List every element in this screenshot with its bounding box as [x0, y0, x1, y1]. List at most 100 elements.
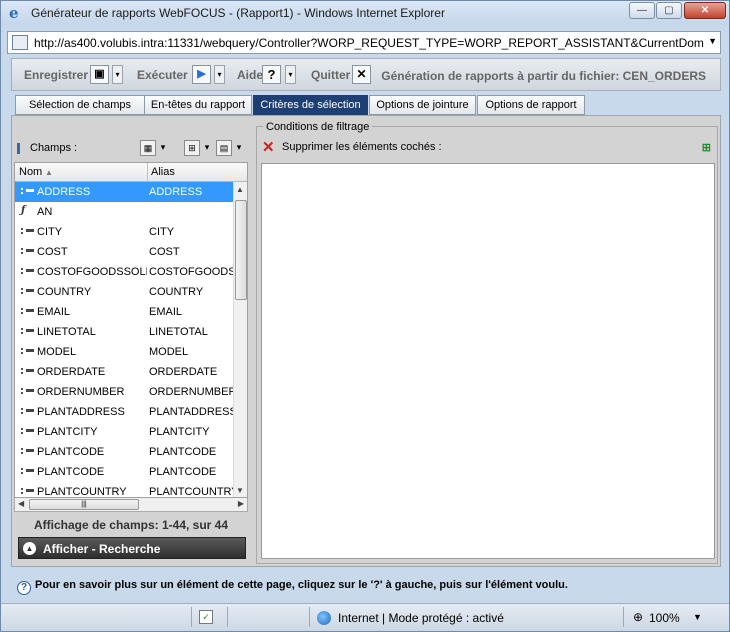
globe-icon	[317, 611, 331, 625]
field-icon	[21, 368, 34, 374]
calculator-icon[interactable]: ▦	[140, 140, 156, 156]
field-row[interactable]: LINETOTAL LINETOTAL	[15, 322, 234, 342]
popup-blocker-icon[interactable]: ✓	[199, 610, 213, 624]
quit-label[interactable]: Quitter	[311, 68, 350, 82]
tree-view-icon[interactable]: ⊞	[184, 140, 200, 156]
address-bar[interactable]: http://as400.volubis.intra:11331/webquer…	[7, 31, 721, 54]
show-search-label: Afficher - Recherche	[43, 542, 161, 556]
save-dropdown-icon[interactable]: ▾	[112, 65, 123, 84]
vertical-scrollbar[interactable]: ▲ ▼	[233, 182, 247, 497]
show-search-button[interactable]: ▲ Afficher - Recherche	[18, 537, 246, 559]
field-alias: COUNTRY	[149, 286, 204, 298]
close-window-button[interactable]: ✕	[684, 2, 726, 19]
page-icon	[12, 35, 28, 50]
help-hint: ? Pour en savoir plus sur un élément de c…	[17, 579, 568, 595]
field-alias: COSTOFGOODSSOLD	[149, 266, 234, 278]
delete-icon[interactable]: ✕	[262, 140, 275, 155]
field-row[interactable]: ORDERNUMBER ORDERNUMBER	[15, 382, 234, 402]
tab-selection-criteria[interactable]: Critères de sélection	[253, 95, 368, 115]
field-name: EMAIL	[37, 306, 71, 318]
sort-ascending-icon: ▲	[45, 168, 53, 177]
horizontal-scrollbar[interactable]: ◀ ||| ▶	[14, 498, 248, 512]
field-alias: CITY	[149, 226, 175, 238]
grid-header: Nom ▲ Alias	[15, 163, 247, 182]
scroll-down-icon[interactable]: ▼	[236, 486, 244, 495]
field-row[interactable]: ADDRESS ADDRESS	[15, 182, 234, 202]
field-row[interactable]: PLANTCODE PLANTCODE	[15, 462, 234, 482]
minimize-button[interactable]: —	[629, 2, 655, 19]
help-label[interactable]: Aide	[237, 68, 263, 82]
chevron-down-icon[interactable]: ▼	[708, 36, 717, 46]
filter-drop-area[interactable]	[261, 163, 715, 559]
columns-view-icon[interactable]: ▤	[216, 140, 232, 156]
field-row[interactable]: MODEL MODEL	[15, 342, 234, 362]
status-divider	[623, 607, 624, 627]
field-row[interactable]: PLANTCODE PLANTCODE	[15, 442, 234, 462]
scroll-up-icon[interactable]: ▲	[236, 185, 244, 194]
save-icon[interactable]: ▣	[90, 65, 109, 84]
field-icon	[21, 188, 34, 194]
field-row[interactable]: PLANTCITY PLANTCITY	[15, 422, 234, 442]
field-name: COSTOFGOODSSOLD	[37, 266, 147, 278]
run-dropdown-icon[interactable]: ▾	[214, 65, 225, 84]
field-icon	[21, 328, 34, 334]
fields-grid: Nom ▲ Alias ADDRESS ADDRESS ƒ AN CITY CITY COS…	[14, 162, 248, 498]
field-row[interactable]: COST COST	[15, 242, 234, 262]
field-row[interactable]: ƒ AN	[15, 202, 234, 222]
field-name: CITY	[37, 226, 63, 238]
maximize-button[interactable]: ▢	[656, 2, 682, 19]
scroll-right-icon[interactable]: ▶	[238, 499, 244, 508]
field-icon	[21, 228, 34, 234]
field-alias: COST	[149, 246, 180, 258]
field-alias: PLANTADDRESS	[149, 406, 234, 418]
help-question-icon[interactable]: ?	[262, 65, 281, 84]
chevron-down-icon[interactable]: ▾	[158, 140, 168, 156]
column-divider[interactable]	[147, 163, 148, 182]
chevron-down-icon[interactable]: ▾	[234, 140, 244, 156]
chevron-down-icon[interactable]: ▼	[693, 612, 702, 622]
field-row[interactable]: EMAIL EMAIL	[15, 302, 234, 322]
browser-window: e Générateur de rapports WebFOCUS - (Rap…	[0, 0, 730, 632]
scroll-thumb[interactable]	[235, 200, 247, 300]
field-name: ORDERDATE	[37, 366, 106, 378]
scroll-left-icon[interactable]: ◀	[18, 499, 24, 508]
field-row[interactable]: COUNTRY COUNTRY	[15, 282, 234, 302]
tab-report-headers[interactable]: En-têtes du rapport	[144, 95, 252, 115]
zoom-level[interactable]: 100%	[649, 611, 680, 625]
field-name: AN	[37, 206, 53, 218]
save-label[interactable]: Enregistrer	[24, 68, 88, 82]
field-row[interactable]: CITY CITY	[15, 222, 234, 242]
field-name: ORDERNUMBER	[37, 386, 125, 398]
ie-logo-icon: e	[9, 4, 19, 22]
tab-join-options[interactable]: Options de jointure	[369, 95, 476, 115]
report-toolbar: Enregistrer ▣ ▾ Exécuter ▶ ▾ Aide ? ▾ Qu…	[11, 58, 721, 91]
window-title: Générateur de rapports WebFOCUS - (Rappo…	[31, 6, 445, 20]
field-icon	[21, 288, 34, 294]
status-bar: ✓ Internet | Mode protégé : activé ⊕ 100…	[1, 603, 729, 631]
field-row[interactable]: PLANTCOUNTRY PLANTCOUNTRY	[15, 482, 234, 498]
status-divider	[227, 607, 228, 627]
field-row[interactable]: PLANTADDRESS PLANTADDRESS	[15, 402, 234, 422]
field-row[interactable]: COSTOFGOODSSOLDCOSTOFGOODSSOLD	[15, 262, 234, 282]
run-icon[interactable]: ▶	[192, 65, 211, 84]
field-icon	[21, 388, 34, 394]
column-header-alias[interactable]: Alias	[151, 166, 175, 178]
zoom-icon[interactable]: ⊕	[633, 610, 643, 624]
field-name: MODEL	[37, 346, 77, 358]
column-header-name[interactable]: Nom	[19, 166, 42, 178]
field-alias: PLANTCOUNTRY	[149, 486, 234, 498]
help-icon[interactable]: ?	[17, 581, 31, 595]
help-dropdown-icon[interactable]: ▾	[285, 65, 296, 84]
address-url[interactable]: http://as400.volubis.intra:11331/webquer…	[34, 36, 704, 50]
field-row[interactable]: ORDERDATE ORDERDATE	[15, 362, 234, 382]
tab-report-options[interactable]: Options de rapport	[477, 95, 585, 115]
security-zone[interactable]: Internet | Mode protégé : activé	[338, 611, 504, 625]
chevron-down-icon[interactable]: ▾	[202, 140, 212, 156]
tab-field-selection[interactable]: Sélection de champs	[15, 95, 145, 115]
quit-close-icon[interactable]: ✕	[352, 65, 371, 84]
run-label[interactable]: Exécuter	[137, 68, 188, 82]
field-alias: EMAIL	[149, 306, 183, 318]
add-condition-icon[interactable]: ⊞	[702, 141, 711, 154]
delete-checked-label[interactable]: Supprimer les éléments cochés :	[282, 141, 442, 153]
scroll-thumb[interactable]: |||	[29, 499, 139, 510]
